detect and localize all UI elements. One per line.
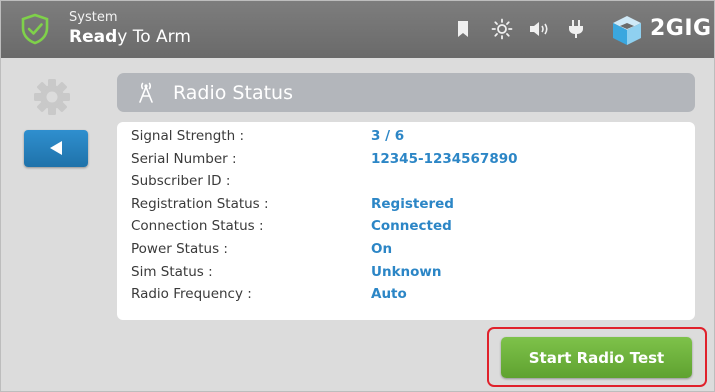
status-bar: System Ready To Arm 2GIG bbox=[1, 1, 714, 58]
row-label: Subscriber ID : bbox=[131, 173, 231, 190]
start-radio-test-button[interactable]: Start Radio Test bbox=[501, 337, 692, 378]
shield-check-icon[interactable] bbox=[20, 13, 50, 45]
2gig-logo-icon bbox=[613, 16, 641, 45]
row-value: Registered bbox=[371, 195, 454, 212]
row-label: Power Status : bbox=[131, 240, 228, 257]
row-label: Sim Status : bbox=[131, 263, 213, 280]
row-label: Signal Strength : bbox=[131, 128, 244, 144]
radio-status-card[interactable]: Signal Strength : 3 / 6 Serial Number : … bbox=[117, 122, 695, 320]
brand-text: 2GIG bbox=[650, 16, 712, 41]
power-plug-icon[interactable] bbox=[568, 19, 584, 39]
back-button[interactable] bbox=[24, 130, 88, 167]
back-arrow-icon bbox=[50, 141, 62, 155]
row-value: 12345-1234567890 bbox=[371, 150, 518, 167]
brightness-icon[interactable] bbox=[491, 18, 513, 40]
screen: System Ready To Arm 2GIG Radio Status Si… bbox=[0, 0, 715, 392]
arm-status-bold: Read bbox=[69, 27, 118, 47]
gear-icon[interactable] bbox=[32, 77, 72, 117]
panel-header: Radio Status bbox=[117, 73, 695, 112]
row-value: 3 / 6 bbox=[371, 128, 405, 144]
volume-icon[interactable] bbox=[529, 20, 551, 38]
row-label: Radio Frequency : bbox=[131, 286, 252, 303]
row-label: Serial Number : bbox=[131, 150, 237, 167]
page-title: Radio Status bbox=[173, 82, 293, 104]
bookmark-icon[interactable] bbox=[457, 20, 469, 38]
arm-status-rest: y To Arm bbox=[117, 27, 191, 47]
row-label: Connection Status : bbox=[131, 218, 264, 235]
system-label: System bbox=[69, 10, 118, 25]
arm-status[interactable]: Ready To Arm bbox=[69, 27, 191, 47]
row-value: Unknown bbox=[371, 263, 442, 280]
radio-tower-icon bbox=[139, 82, 153, 103]
row-value: Auto bbox=[371, 286, 407, 303]
row-value: On bbox=[371, 240, 393, 257]
row-value: Connected bbox=[371, 218, 452, 235]
row-label: Registration Status : bbox=[131, 195, 269, 212]
